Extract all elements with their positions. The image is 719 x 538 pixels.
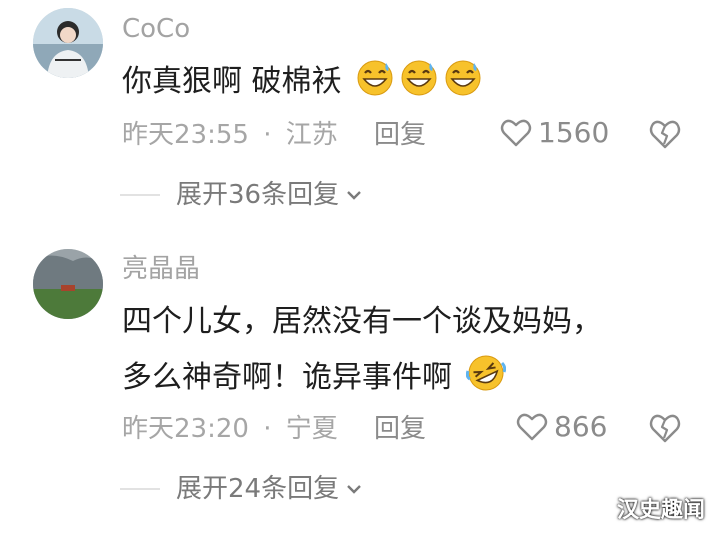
heart-outline-icon [516, 413, 548, 441]
comment-text: 你真狠啊 破棉袄 [122, 54, 483, 110]
rofl-icon [465, 355, 506, 391]
reply-button[interactable]: 回复 [374, 122, 426, 148]
username[interactable]: CoCo [122, 16, 190, 42]
expand-replies-label: 展开36条回复 [176, 180, 340, 210]
divider-line [120, 488, 160, 490]
expand-replies-button[interactable]: 展开24条回复 [120, 476, 365, 502]
like-button[interactable]: 1560 [500, 118, 609, 148]
dislike-button[interactable] [648, 412, 682, 448]
sweat-smile-icon [445, 60, 481, 96]
comment-text-line: 四个儿女，居然没有一个谈及妈妈， [122, 304, 602, 339]
expand-replies-label: 展开24条回复 [176, 474, 340, 504]
comment-meta: 昨天23:20 · 宁夏 [122, 416, 338, 442]
comment-time: 昨天23:55 [122, 120, 249, 150]
like-button[interactable]: 866 [516, 412, 607, 442]
meta-separator: · [263, 414, 272, 444]
like-count: 866 [554, 410, 608, 443]
meta-separator: · [263, 120, 272, 150]
like-count: 1560 [538, 116, 610, 149]
broken-heart-icon [649, 120, 681, 149]
dislike-button[interactable] [648, 118, 682, 154]
comment-text-line-2: 多么神奇啊！诡异事件啊 [122, 350, 602, 406]
sweat-smile-icon [401, 60, 437, 96]
comment-item: 亮晶晶 四个儿女，居然没有一个谈及妈妈， 多么神奇啊！诡异事件啊 昨天23:20… [0, 236, 719, 538]
chevron-down-icon [347, 485, 361, 494]
comment-location: 宁夏 [285, 414, 338, 444]
comment-text: 四个儿女，居然没有一个谈及妈妈， 多么神奇啊！诡异事件啊 [122, 294, 602, 406]
comment-time: 昨天23:20 [122, 414, 249, 444]
comment-meta: 昨天23:55 · 江苏 [122, 122, 338, 148]
reply-button[interactable]: 回复 [374, 416, 426, 442]
heart-outline-icon [500, 119, 532, 147]
expand-replies-button[interactable]: 展开36条回复 [120, 182, 365, 208]
sweat-smile-icon [357, 60, 393, 96]
broken-heart-icon [649, 414, 681, 443]
divider-line [120, 194, 160, 196]
username[interactable]: 亮晶晶 [122, 256, 200, 282]
comment-text-line: 你真狠啊 破棉袄 [122, 64, 342, 99]
avatar[interactable] [33, 249, 103, 319]
comment-location: 江苏 [285, 120, 338, 150]
comment-item: CoCo 你真狠啊 破棉袄 昨天23:55 · 江苏 回复 1560 展开36条… [0, 0, 719, 230]
comment-text-line: 多么神奇啊！诡异事件啊 [122, 360, 452, 395]
watermark: 汉史趣闻 [616, 498, 705, 523]
chevron-down-icon [347, 191, 361, 200]
avatar[interactable] [33, 8, 103, 78]
